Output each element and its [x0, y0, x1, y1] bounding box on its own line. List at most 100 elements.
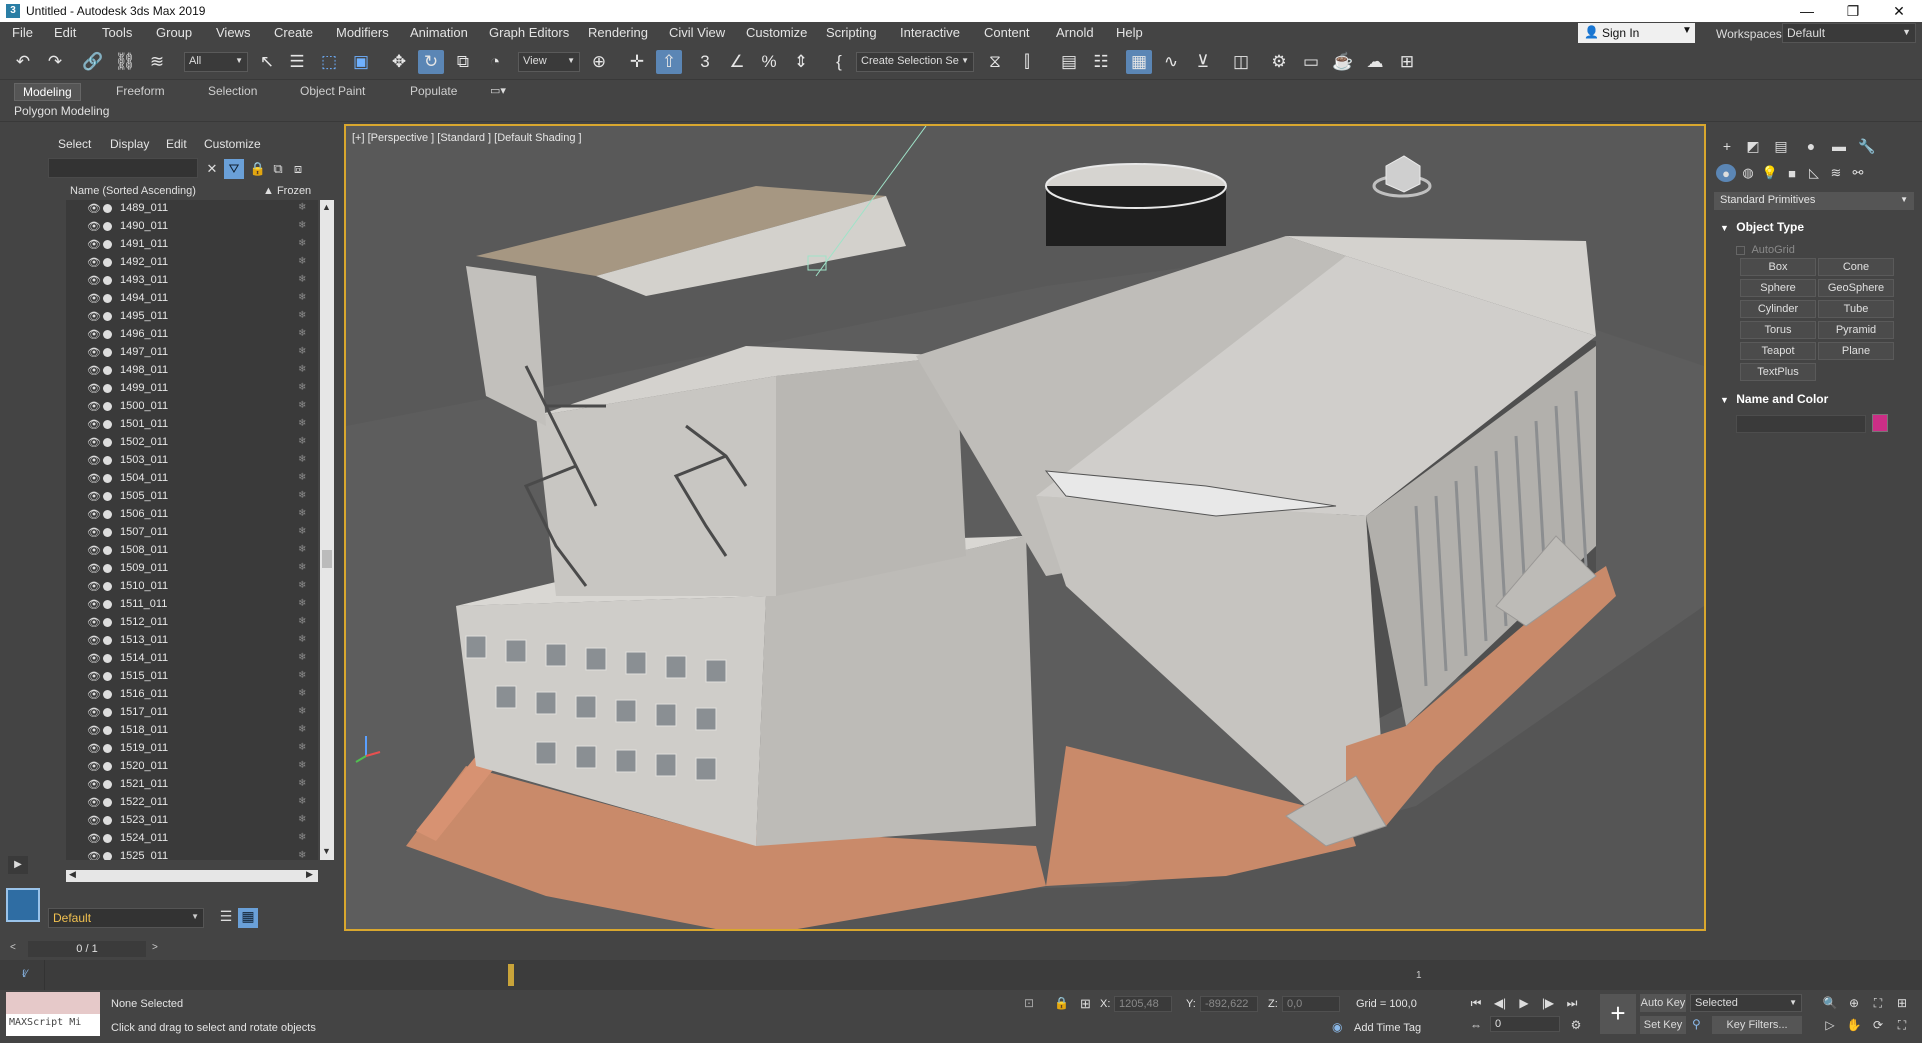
list-item[interactable]: 👁 1520_011 ❄: [66, 758, 318, 776]
renderable-icon[interactable]: [103, 438, 112, 447]
list-item[interactable]: 👁 1525_011 ❄: [66, 848, 318, 860]
mini-curve-editor-icon[interactable]: ℓ⁄: [22, 968, 27, 980]
list-item[interactable]: 👁 1519_011 ❄: [66, 740, 318, 758]
frozen-icon[interactable]: ❄: [298, 292, 306, 303]
material-editor-icon[interactable]: ◫: [1228, 50, 1254, 74]
minimize-button[interactable]: —: [1784, 0, 1830, 22]
reference-coordinate-select[interactable]: View ▼: [518, 52, 580, 72]
object-name-input[interactable]: [1736, 415, 1866, 433]
named-selection-select[interactable]: Create Selection Se ▼: [856, 52, 974, 72]
align-icon[interactable]: ⫿: [1014, 50, 1040, 74]
select-place-icon[interactable]: ◔: [482, 50, 508, 74]
visibility-eye-icon[interactable]: 👁: [87, 598, 101, 611]
tab-freeform[interactable]: Freeform: [108, 83, 173, 99]
list-item[interactable]: 👁 1495_011 ❄: [66, 308, 318, 326]
helpers-category-icon[interactable]: ◺: [1804, 164, 1824, 182]
menu-tools[interactable]: Tools: [102, 25, 132, 40]
list-item[interactable]: 👁 1503_011 ❄: [66, 452, 318, 470]
menu-content[interactable]: Content: [984, 25, 1030, 40]
absolute-mode-icon[interactable]: ⊞: [1080, 996, 1091, 1012]
frozen-icon[interactable]: ❄: [298, 202, 306, 213]
list-item[interactable]: 👁 1493_011 ❄: [66, 272, 318, 290]
add-time-tag[interactable]: Add Time Tag: [1354, 1022, 1421, 1034]
menu-views[interactable]: Views: [216, 25, 250, 40]
frozen-icon[interactable]: ❄: [298, 850, 306, 860]
list-item[interactable]: 👁 1501_011 ❄: [66, 416, 318, 434]
filter-toggle-icon[interactable]: ⛛: [224, 159, 244, 179]
renderable-icon[interactable]: [103, 456, 112, 465]
list-item[interactable]: 👁 1515_011 ❄: [66, 668, 318, 686]
frozen-icon[interactable]: ❄: [298, 598, 306, 609]
renderable-icon[interactable]: [103, 222, 112, 231]
visibility-eye-icon[interactable]: 👁: [87, 526, 101, 539]
visibility-eye-icon[interactable]: 👁: [87, 562, 101, 575]
list-item[interactable]: 👁 1518_011 ❄: [66, 722, 318, 740]
display-tab-icon[interactable]: ▬: [1828, 136, 1850, 156]
frozen-icon[interactable]: ❄: [298, 634, 306, 645]
plane-button[interactable]: Plane: [1818, 342, 1894, 360]
set-key-big-icon[interactable]: +: [1600, 994, 1636, 1034]
layer-select[interactable]: Default ▼: [48, 908, 204, 928]
select-rotate-icon[interactable]: ↻: [418, 50, 444, 74]
curve-editor-icon[interactable]: ∿: [1158, 50, 1184, 74]
play-icon[interactable]: ▶: [1514, 994, 1534, 1012]
renderable-icon[interactable]: [103, 636, 112, 645]
isolate-selection-icon[interactable]: ⊡: [1024, 996, 1034, 1010]
visibility-eye-icon[interactable]: 👁: [87, 238, 101, 251]
visibility-eye-icon[interactable]: 👁: [87, 274, 101, 287]
layer-explorer-icon[interactable]: ☰: [216, 908, 236, 928]
explorer-menu-customize[interactable]: Customize: [204, 137, 261, 151]
visibility-eye-icon[interactable]: 👁: [87, 580, 101, 593]
menu-help[interactable]: Help: [1116, 25, 1143, 40]
create-tab-icon[interactable]: +: [1716, 136, 1738, 156]
toggle-layer-explorer-icon[interactable]: ☷: [1088, 50, 1114, 74]
list-item[interactable]: 👁 1492_011 ❄: [66, 254, 318, 272]
sphere-button[interactable]: Sphere: [1740, 279, 1816, 297]
list-item[interactable]: 👁 1500_011 ❄: [66, 398, 318, 416]
renderable-icon[interactable]: [103, 258, 112, 267]
renderable-icon[interactable]: [103, 618, 112, 627]
viewport-layout-icon[interactable]: [6, 888, 40, 922]
renderable-icon[interactable]: [103, 204, 112, 213]
goto-end-icon[interactable]: ⏭: [1562, 994, 1582, 1012]
snaps-toggle-icon[interactable]: 3: [692, 50, 718, 74]
select-move-icon[interactable]: ✥: [386, 50, 412, 74]
window-crossing-icon[interactable]: ▣: [348, 50, 374, 74]
frame-counter[interactable]: 0 / 1: [28, 941, 146, 957]
visibility-eye-icon[interactable]: 👁: [87, 202, 101, 215]
renderable-icon[interactable]: [103, 366, 112, 375]
visibility-eye-icon[interactable]: 👁: [87, 328, 101, 341]
renderable-icon[interactable]: [103, 546, 112, 555]
menu-interactive[interactable]: Interactive: [900, 25, 960, 40]
visibility-eye-icon[interactable]: 👁: [87, 508, 101, 521]
visibility-eye-icon[interactable]: 👁: [87, 472, 101, 485]
list-item[interactable]: 👁 1497_011 ❄: [66, 344, 318, 362]
frozen-icon[interactable]: ❄: [298, 328, 306, 339]
teapot-button[interactable]: Teapot: [1740, 342, 1816, 360]
undo-icon[interactable]: ↶: [10, 50, 36, 74]
redo-icon[interactable]: ↷: [42, 50, 68, 74]
frozen-icon[interactable]: ❄: [298, 616, 306, 627]
visibility-eye-icon[interactable]: 👁: [87, 652, 101, 665]
box-button[interactable]: Box: [1740, 258, 1816, 276]
visibility-eye-icon[interactable]: 👁: [87, 850, 101, 860]
list-item[interactable]: 👁 1505_011 ❄: [66, 488, 318, 506]
zoom-icon[interactable]: 🔍: [1820, 994, 1840, 1012]
render-production-icon[interactable]: ☕: [1330, 50, 1356, 74]
renderable-icon[interactable]: [103, 564, 112, 573]
clear-search-icon[interactable]: ✕: [202, 159, 222, 179]
menu-modifiers[interactable]: Modifiers: [336, 25, 389, 40]
frozen-icon[interactable]: ❄: [298, 796, 306, 807]
frozen-icon[interactable]: ❄: [298, 688, 306, 699]
menu-customize[interactable]: Customize: [746, 25, 807, 40]
renderable-icon[interactable]: [103, 798, 112, 807]
frozen-icon[interactable]: ❄: [298, 256, 306, 267]
frozen-icon[interactable]: ❄: [298, 742, 306, 753]
list-item[interactable]: 👁 1508_011 ❄: [66, 542, 318, 560]
renderable-icon[interactable]: [103, 348, 112, 357]
textplus-button[interactable]: TextPlus: [1740, 363, 1816, 381]
renderable-icon[interactable]: [103, 330, 112, 339]
list-item[interactable]: 👁 1498_011 ❄: [66, 362, 318, 380]
visibility-eye-icon[interactable]: 👁: [87, 364, 101, 377]
a360-gallery-icon[interactable]: ⊞: [1394, 50, 1420, 74]
